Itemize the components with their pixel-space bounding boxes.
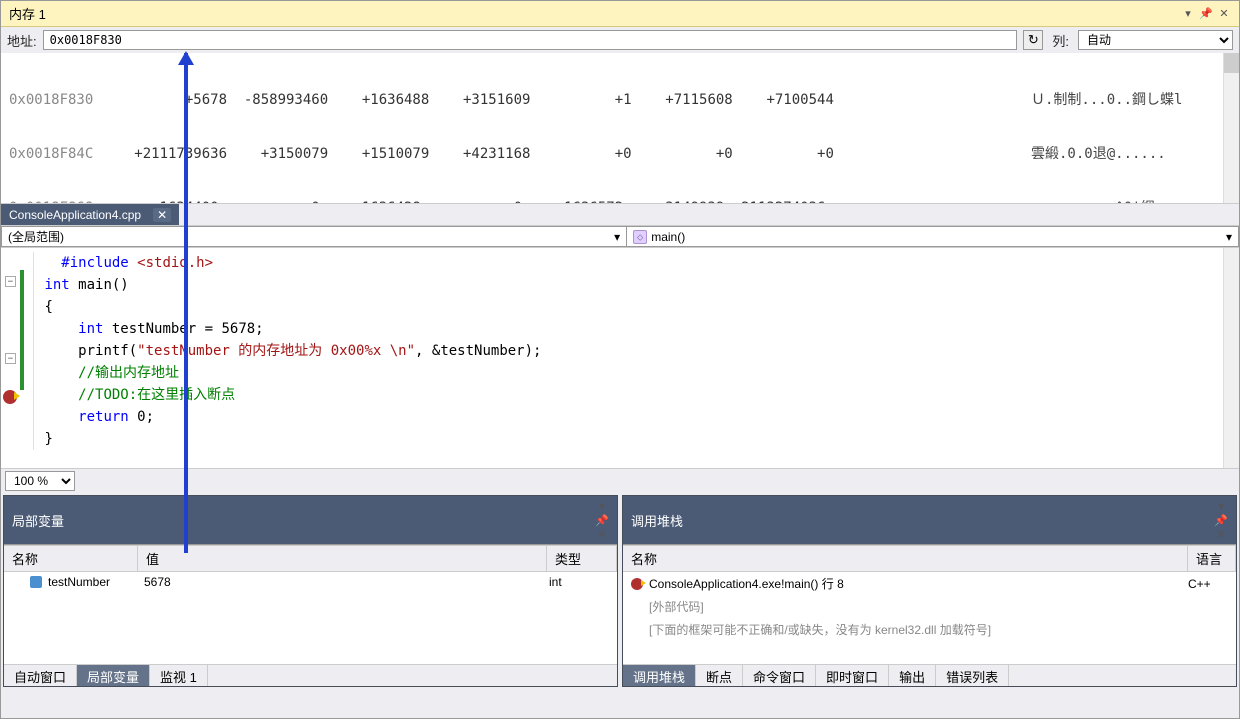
header-lang[interactable]: 语言: [1188, 546, 1236, 571]
memory-panel: 内存 1 ▾ 📌 ✕ 地址: ↻ 列: 自动 0x0018F830 +5678 …: [1, 1, 1239, 204]
code-line[interactable]: //TODO:在这里插入断点: [36, 384, 1239, 406]
code-scrollbar[interactable]: [1223, 248, 1239, 468]
fold-icon[interactable]: −: [5, 353, 16, 364]
locals-body: testNumber 5678 int: [4, 572, 617, 664]
window-dropdown-icon[interactable]: ▾: [1214, 499, 1228, 513]
locals-tabs: 自动窗口 局部变量 监视 1: [4, 664, 617, 686]
frame-name: ConsoleApplication4.exe!main() 行 8: [649, 575, 1182, 592]
locals-header: 名称 值 类型: [4, 545, 617, 572]
header-name[interactable]: 名称: [4, 546, 138, 571]
tab-errorlist[interactable]: 错误列表: [936, 665, 1009, 686]
address-label: 地址:: [7, 31, 37, 50]
tab-source-file[interactable]: ConsoleApplication4.cpp ✕: [1, 204, 179, 225]
frame-name: [外部代码]: [649, 598, 704, 615]
memory-dump-view: 0x0018F830 +5678 -858993460 +1636488 +31…: [1, 53, 1239, 203]
code-line[interactable]: printf("testNumber 的内存地址为 0x00%x \n", &t…: [36, 340, 1239, 362]
current-frame-icon: [631, 578, 643, 590]
editor-tabs: ConsoleApplication4.cpp ✕: [1, 204, 1239, 226]
mem-addr: 0x0018F84C: [9, 143, 109, 165]
locals-title-bar: 局部变量 ▾ 📌 ✕: [4, 496, 617, 545]
column-select[interactable]: 自动: [1078, 30, 1233, 50]
tab-command[interactable]: 命令窗口: [743, 665, 816, 686]
var-value: 5678: [144, 575, 543, 589]
mem-vals: +5678 -858993460 +1636488 +3151609 +1 +7…: [109, 89, 1031, 111]
code-gutter: − −: [1, 254, 21, 404]
frame-name: [下面的框架可能不正确和/或缺失，没有为 kernel32.dll 加载符号]: [649, 621, 991, 638]
memory-panel-title-bar: 内存 1 ▾ 📌 ✕: [1, 1, 1239, 27]
tab-locals[interactable]: 局部变量: [77, 665, 150, 686]
code-change-bar: [20, 270, 24, 390]
callstack-body: ConsoleApplication4.exe!main() 行 8 C++ […: [623, 572, 1236, 664]
mem-ascii: 雲緞.0.0退@......: [1031, 143, 1231, 165]
callstack-tabs: 调用堆栈 断点 命令窗口 即时窗口 输出 错误列表: [623, 664, 1236, 686]
bottom-panel-section: 局部变量 ▾ 📌 ✕ 名称 值 类型 testNumber 5678 int 自…: [1, 493, 1239, 689]
tab-immediate[interactable]: 即时窗口: [816, 665, 889, 686]
mem-ascii: Ｕ.制制...0..鋼し蝶l: [1031, 89, 1231, 111]
code-line[interactable]: return 0;: [36, 406, 1239, 428]
close-icon[interactable]: ✕: [595, 527, 609, 541]
code-line[interactable]: {: [36, 296, 1239, 318]
close-icon[interactable]: ✕: [1217, 7, 1231, 21]
close-icon[interactable]: ✕: [1214, 527, 1228, 541]
variable-row[interactable]: testNumber 5678 int: [4, 572, 617, 592]
column-label: 列:: [1052, 31, 1069, 50]
zoom-select[interactable]: 100 %: [5, 471, 75, 491]
var-type: int: [549, 575, 609, 589]
mem-vals: +1634400 +0 +1636428 +0 +1636572 +314993…: [109, 197, 1031, 203]
tab-callstack[interactable]: 调用堆栈: [623, 665, 696, 686]
scope-dropdown-right[interactable]: ⬦main()▾: [626, 226, 1239, 247]
window-dropdown-icon[interactable]: ▾: [595, 499, 609, 513]
mem-vals: +2111739636 +3150079 +1510079 +4231168 +…: [109, 143, 1031, 165]
tab-close-icon[interactable]: ✕: [153, 208, 171, 222]
pin-icon[interactable]: 📌: [1214, 513, 1228, 527]
scope-dropdown-left[interactable]: (全局范围)▾: [1, 226, 626, 247]
breakpoint-current-icon[interactable]: [3, 390, 17, 404]
frame-lang: C++: [1188, 577, 1228, 591]
mem-addr: 0x0018F830: [9, 89, 109, 111]
tab-auto[interactable]: 自动窗口: [4, 665, 77, 686]
stack-frame-row[interactable]: ConsoleApplication4.exe!main() 行 8 C++: [623, 572, 1236, 595]
locals-panel: 局部变量 ▾ 📌 ✕ 名称 值 类型 testNumber 5678 int 自…: [3, 495, 618, 687]
code-line[interactable]: int main(): [36, 274, 1239, 296]
callstack-panel: 调用堆栈 ▾ 📌 ✕ 名称 语言 ConsoleApplication4.exe…: [622, 495, 1237, 687]
callstack-title-bar: 调用堆栈 ▾ 📌 ✕: [623, 496, 1236, 545]
callstack-header: 名称 语言: [623, 545, 1236, 572]
header-name[interactable]: 名称: [623, 546, 1188, 571]
function-icon: ⬦: [633, 230, 647, 244]
mem-addr: 0x0018F868: [9, 197, 109, 203]
stack-frame-row[interactable]: [外部代码]: [623, 595, 1236, 618]
refresh-button[interactable]: ↻: [1023, 30, 1043, 50]
memory-panel-title: 内存 1: [9, 4, 1181, 23]
var-name: testNumber: [48, 575, 138, 589]
locals-title: 局部变量: [12, 511, 595, 530]
memory-address-bar: 地址: ↻ 列: 自动: [1, 27, 1239, 53]
zoom-bar: 100 %: [1, 468, 1239, 493]
code-line[interactable]: #include <stdio.h>: [36, 252, 1239, 274]
tab-filename: ConsoleApplication4.cpp: [9, 208, 141, 222]
header-type[interactable]: 类型: [547, 546, 617, 571]
address-input[interactable]: [43, 30, 1018, 50]
tab-output[interactable]: 输出: [889, 665, 936, 686]
scope-bar: (全局范围)▾ ⬦main()▾: [1, 226, 1239, 248]
variable-icon: [30, 576, 42, 588]
memory-scrollbar[interactable]: [1223, 53, 1239, 203]
window-dropdown-icon[interactable]: ▾: [1181, 7, 1195, 21]
fold-icon[interactable]: −: [5, 276, 16, 287]
pin-icon[interactable]: 📌: [595, 513, 609, 527]
pin-icon[interactable]: 📌: [1199, 7, 1213, 21]
callstack-title: 调用堆栈: [631, 511, 1214, 530]
code-editor[interactable]: ⇕ − − #include <stdio.h> int main() { in…: [1, 248, 1239, 468]
tab-watch[interactable]: 监视 1: [150, 665, 208, 686]
header-value[interactable]: 值: [138, 546, 547, 571]
mem-ascii: ..........^0'綑: [1031, 197, 1231, 203]
code-line[interactable]: int testNumber = 5678;: [36, 318, 1239, 340]
code-line[interactable]: //输出内存地址: [36, 362, 1239, 384]
code-line[interactable]: }: [36, 428, 1239, 450]
stack-frame-row[interactable]: [下面的框架可能不正确和/或缺失，没有为 kernel32.dll 加载符号]: [623, 618, 1236, 641]
tab-breakpoints[interactable]: 断点: [696, 665, 743, 686]
